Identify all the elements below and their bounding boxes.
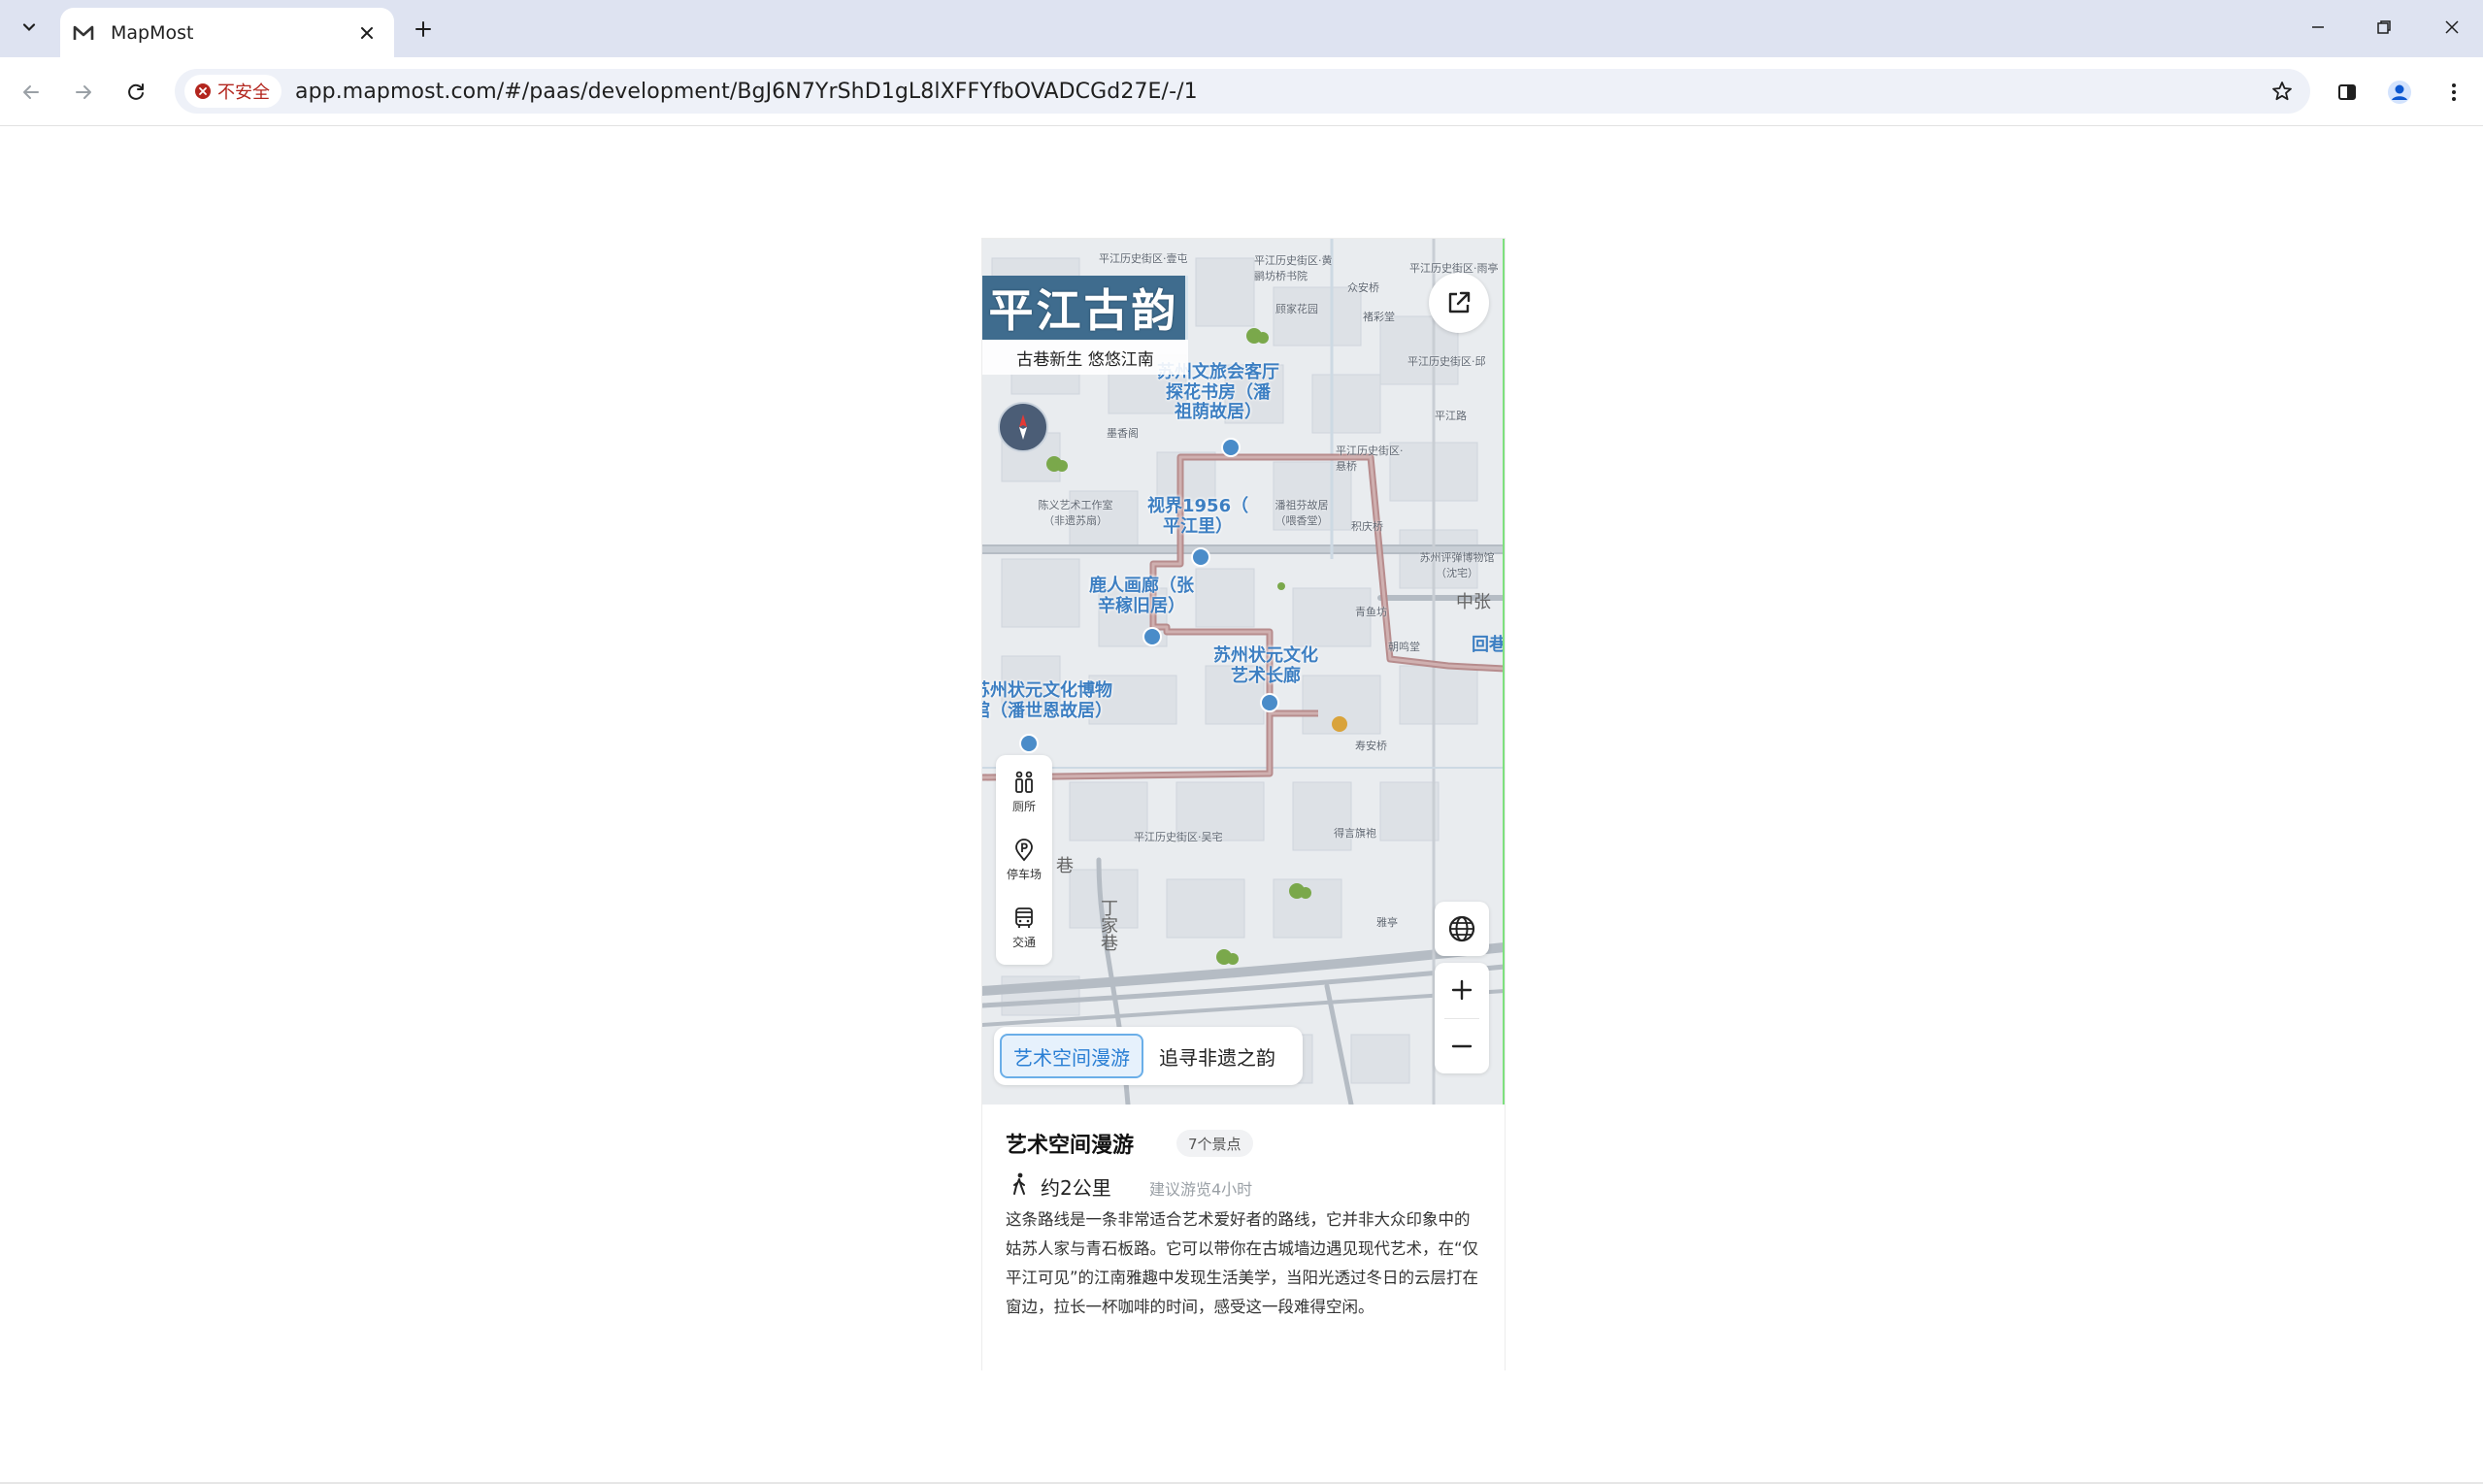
profile-avatar-icon[interactable] xyxy=(2380,73,2419,112)
suggested-duration: 建议游览4小时 xyxy=(1149,1180,1253,1199)
map-poi-label: 平江历史街区·黄鹂坊桥书院 xyxy=(1254,254,1333,282)
address-bar[interactable]: 不安全 app.mapmost.com/#/paas/development/B… xyxy=(175,69,2310,114)
map-label-zhuangyuan-gallery[interactable]: 苏州状元文化 艺术长廊 xyxy=(1213,645,1318,686)
map-road-label: 巷 xyxy=(1056,856,1074,876)
map-poi-label: 得言旗袍 xyxy=(1334,827,1376,840)
map-style-button[interactable] xyxy=(1435,902,1489,956)
arrow-left-icon xyxy=(23,85,39,99)
close-icon xyxy=(2445,20,2459,34)
map-poi-label: 平江历史街区·邱 xyxy=(1407,355,1486,368)
poi-restroom-button[interactable]: 厕所 xyxy=(996,759,1052,825)
zoom-out-button[interactable] xyxy=(1435,1019,1489,1073)
map-poi-label: 顾家花园 xyxy=(1275,303,1318,315)
reload-button[interactable] xyxy=(116,73,155,112)
map-poi-label: 青鱼坊 xyxy=(1355,606,1387,618)
route-tabs: 艺术空间漫游 追寻非遗之韵 xyxy=(994,1027,1303,1085)
mapmost-app: 苏州文旅会客厅 探花书房（潘 祖荫故居） 视界1956（ 平江里） 鹿人画廊（张… xyxy=(981,238,1506,1370)
minimize-button[interactable] xyxy=(2295,8,2341,47)
map-road-label: 中张 xyxy=(1456,592,1491,612)
globe-icon xyxy=(1448,915,1475,942)
chevron-down-icon xyxy=(22,23,36,32)
restore-icon xyxy=(2377,20,2391,34)
poi-filter-panel: 厕所 停车场 交通 xyxy=(996,755,1052,965)
arrow-right-icon xyxy=(76,85,91,99)
map-poi-label: 积庆桥 xyxy=(1351,520,1383,533)
route-distance: 约2公里 xyxy=(1041,1176,1111,1200)
tab-title: MapMost xyxy=(111,21,194,44)
poi-transit-label: 交通 xyxy=(1011,935,1036,949)
poi-parking-button[interactable]: 停车场 xyxy=(996,827,1052,893)
map-poi-label: 陈义艺术工作室（非遗苏扇） xyxy=(1038,499,1113,527)
new-tab-button[interactable] xyxy=(408,14,439,45)
zoom-in-button[interactable] xyxy=(1435,963,1489,1017)
map-road-label: 回巷 xyxy=(1472,635,1505,655)
close-window-button[interactable] xyxy=(2429,8,2475,47)
map-poi-label: 褚彩堂 xyxy=(1363,311,1395,323)
tab-art-space-tour[interactable]: 艺术空间漫游 xyxy=(1000,1034,1143,1078)
side-panel-icon[interactable] xyxy=(2328,73,2367,112)
compass-icon xyxy=(1019,414,1027,440)
walking-icon xyxy=(1013,1172,1025,1195)
map-poi-label: 众安桥 xyxy=(1347,281,1379,294)
parking-icon xyxy=(1015,838,1033,861)
map-poi-label: 朝鸣堂 xyxy=(1388,641,1420,653)
bookmark-star-icon[interactable] xyxy=(2268,77,2297,106)
share-button[interactable] xyxy=(1429,273,1489,333)
more-menu-icon[interactable] xyxy=(2434,73,2473,112)
plus-icon xyxy=(415,21,431,37)
reload-icon xyxy=(128,83,144,100)
browser-tab-bar: MapMost xyxy=(0,0,2483,57)
route-title: 艺术空间漫游 xyxy=(1006,1134,1135,1158)
map-poi-label: 寿安桥 xyxy=(1355,740,1387,752)
tab-close-icon[interactable] xyxy=(353,19,381,47)
map-poi-label: 平江历史街区·悬桥 xyxy=(1336,445,1404,473)
plus-icon xyxy=(1451,979,1473,1001)
poi-transit-button[interactable]: 交通 xyxy=(996,895,1052,961)
poi-restroom-label: 厕所 xyxy=(1011,799,1036,813)
external-link-icon xyxy=(1448,291,1471,313)
brand-title: 平江古韵 xyxy=(982,276,1188,340)
mapmost-favicon-icon xyxy=(72,21,95,45)
restroom-icon xyxy=(1015,771,1033,793)
map-poi-label: 墨香阁 xyxy=(1107,427,1139,440)
poi-parking-label: 停车场 xyxy=(1006,867,1042,881)
zoom-control xyxy=(1435,963,1489,1073)
map-poi-label: 雅亭 xyxy=(1376,916,1398,929)
compass-button[interactable] xyxy=(998,402,1048,452)
security-chip[interactable]: 不安全 xyxy=(184,75,281,108)
back-button[interactable] xyxy=(12,73,50,112)
warning-icon xyxy=(195,83,211,99)
security-label: 不安全 xyxy=(217,82,270,103)
map-road-label: 丁家巷 xyxy=(1098,899,1118,951)
map-label-zhuangyuan-museum[interactable]: 苏州状元文化博物 馆（潘世恩故居） xyxy=(982,680,1112,721)
restore-button[interactable] xyxy=(2361,8,2407,47)
map-poi-label: 平江历史街区·壹屯 xyxy=(1099,252,1188,265)
map-poi-label: 苏州评弹博物馆（沈宅） xyxy=(1419,551,1495,579)
bus-icon xyxy=(1015,907,1033,928)
tab-intangible-heritage[interactable]: 追寻非遗之韵 xyxy=(1147,1034,1287,1078)
brand-subtitle: 古巷新生 悠悠江南 xyxy=(982,340,1188,375)
browser-toolbar: 不安全 app.mapmost.com/#/paas/development/B… xyxy=(0,57,2483,126)
spot-count-badge: 7个景点 xyxy=(1176,1130,1253,1157)
map-label-shijie-1956[interactable]: 视界1956（ 平江里） xyxy=(1147,496,1248,537)
route-description: 这条路线是一条非常适合艺术爱好者的路线，它并非大众印象中的姑苏人家与青石板路。它… xyxy=(1006,1210,1479,1316)
map-poi-label: 平江路 xyxy=(1435,410,1467,422)
minus-icon xyxy=(1451,1044,1473,1048)
route-info-card: 艺术空间漫游 7个景点 约2公里 建议游览4小时 这条路线是一条非常适合艺术爱好… xyxy=(982,1105,1505,1370)
map-poi-label: 平江历史街区·吴宅 xyxy=(1134,831,1223,843)
map-view[interactable]: 苏州文旅会客厅 探花书房（潘 祖荫故居） 视界1956（ 平江里） 鹿人画廊（张… xyxy=(982,239,1505,1105)
browser-tab[interactable]: MapMost xyxy=(60,8,394,57)
tab-search-dropdown[interactable] xyxy=(16,14,43,41)
forward-button[interactable] xyxy=(64,73,103,112)
map-poi-label: 潘祖芬故居（喂香堂） xyxy=(1275,499,1329,527)
minimize-icon xyxy=(2312,26,2324,28)
url-text[interactable]: app.mapmost.com/#/paas/development/BgJ6N… xyxy=(295,80,1198,104)
map-label-luren-gallery[interactable]: 鹿人画廊（张 辛稼旧居） xyxy=(1089,576,1194,616)
